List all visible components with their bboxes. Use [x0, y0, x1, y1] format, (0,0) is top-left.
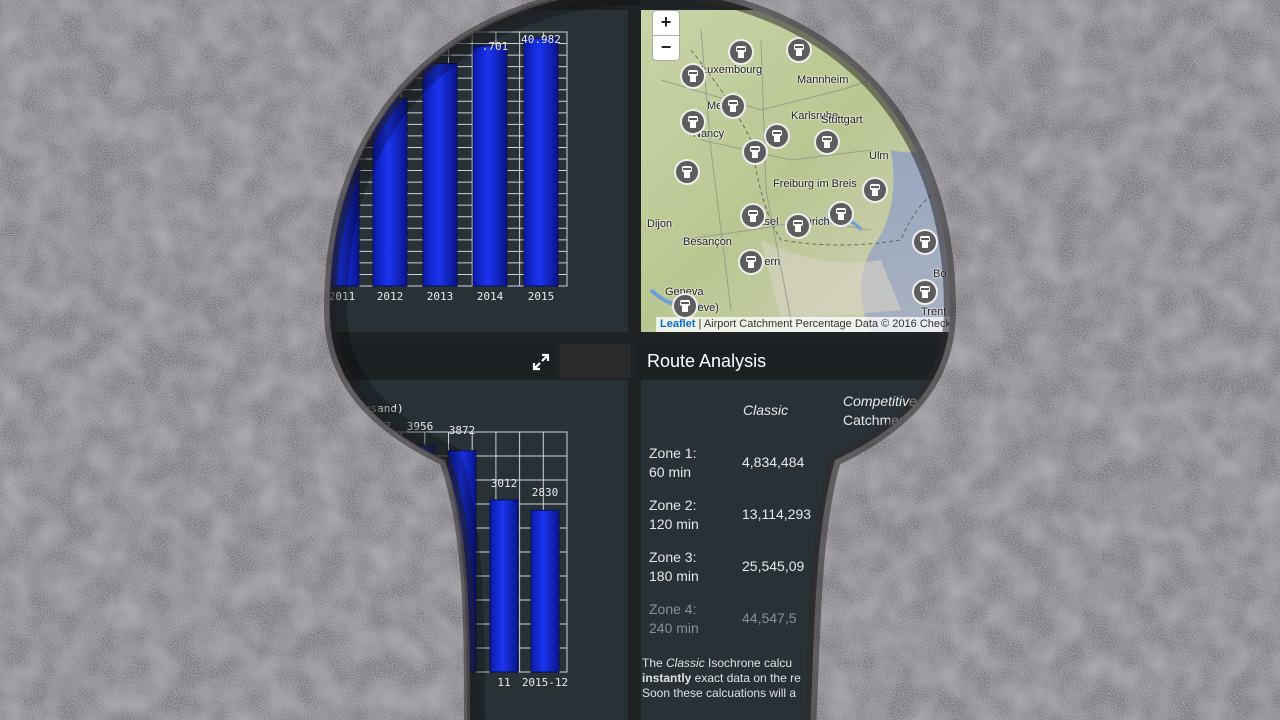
classic-value: 25,545,09 — [742, 558, 805, 574]
map-place-label: Mannheim — [797, 74, 849, 86]
airport-marker-icon[interactable] — [738, 249, 764, 275]
y-unit-label: thousand) — [344, 402, 404, 415]
note-text: Classic — [666, 656, 705, 670]
bottom-bar — [447, 450, 477, 673]
airport-marker-icon[interactable] — [912, 229, 938, 255]
bottom-bar — [405, 445, 435, 673]
airport-marker-icon[interactable] — [785, 213, 811, 239]
airport-marker-icon[interactable] — [674, 159, 700, 185]
zone-label: Zone 4: — [649, 601, 697, 617]
zone-time: 180 min — [649, 568, 699, 584]
note-text: The — [642, 656, 667, 670]
airport-marker-icon[interactable] — [672, 293, 698, 319]
note-text: Soon these calcuations will a — [642, 686, 797, 700]
competitive-value: 5.0 — [843, 506, 863, 522]
attribution-text: | Airport Catchment Percentage Data © 20… — [695, 318, 952, 330]
top-bar — [372, 98, 408, 287]
map-place-label: Stuttgart — [821, 114, 863, 126]
map-place-label: Freiburg im Breis — [773, 178, 857, 190]
catchment-map[interactable]: Luxembourg Mannheim Metz Karlsruhe Nancy Stut… — [641, 10, 961, 332]
bottom-bar — [489, 499, 519, 673]
airport-marker-icon[interactable] — [680, 63, 706, 89]
dashboard-screen: .701 40.982 2011 2012 2013 2014 2015 tho… — [0, 0, 1280, 720]
leaflet-link[interactable]: Leaflet — [660, 318, 695, 330]
bottom-bar-value-label: 3012 — [491, 477, 518, 490]
zone-time: 60 min — [649, 464, 692, 480]
route-analysis-note: The Classic Isochrone calcu instantly ex… — [642, 656, 942, 701]
x-tick-label: 2012 — [377, 290, 404, 303]
airport-marker-icon[interactable] — [912, 279, 938, 305]
top-bar-chart: .701 40.982 2011 2012 2013 2014 2015 — [330, 31, 568, 303]
x-tick-label: 2011 — [330, 290, 355, 303]
airport-marker-icon[interactable] — [828, 201, 854, 227]
map-place-label: Dijon — [647, 218, 673, 230]
zone-label: Zone 2: — [649, 497, 697, 513]
airport-marker-icon[interactable] — [740, 203, 766, 229]
top-bar — [422, 62, 458, 287]
x-tick-label: 10 — [455, 676, 468, 689]
zone-time: 120 min — [649, 516, 699, 532]
map-place-label: Ulm — [869, 150, 889, 162]
airport-marker-icon[interactable] — [680, 109, 706, 135]
bottom-bar-chart: thousand) 3957 3956 3872 3012 2830 10 11… — [330, 402, 568, 689]
x-tick-label: 2015-12 — [522, 676, 568, 689]
top-bar — [523, 37, 559, 287]
top-bar — [330, 152, 360, 287]
classic-value: 13,114,293 — [742, 506, 812, 522]
route-analysis-title: Route Analysis — [647, 351, 767, 371]
x-tick-label: 2014 — [477, 290, 504, 303]
chart-panel-header — [330, 344, 558, 378]
bottom-bar-value-label: 2830 — [532, 486, 559, 499]
airport-marker-icon[interactable] — [814, 129, 840, 155]
airport-marker-icon[interactable] — [764, 123, 790, 149]
header-gap — [560, 344, 630, 378]
classic-value: 4,834,484 — [742, 454, 805, 470]
map-attribution: Leaflet | Airport Catchment Percentage D… — [656, 317, 960, 332]
classic-value: 44,547,5 — [742, 610, 797, 626]
top-bar-value-label: .701 — [482, 40, 509, 53]
competitive-value: 2,659,5 — [843, 454, 890, 470]
bottom-bar-value-label: 3956 — [407, 420, 434, 433]
top-bar — [472, 45, 508, 287]
bottom-bar-value-label: 3872 — [449, 424, 476, 437]
airport-marker-icon[interactable] — [742, 139, 768, 165]
expand-button[interactable] — [528, 350, 554, 374]
map-place-label: Luxembourg — [701, 64, 763, 76]
zone-time: 240 min — [649, 620, 699, 636]
bottom-bar-value-label: 3957 — [365, 420, 392, 433]
airport-marker-icon[interactable] — [862, 177, 888, 203]
zoom-out-button[interactable]: − — [652, 35, 680, 61]
x-tick-label: 11 — [497, 676, 510, 689]
top-bar-value-label: 40.982 — [521, 33, 561, 46]
airport-marker-icon[interactable] — [786, 37, 812, 63]
expand-icon — [532, 353, 550, 371]
map-place-label: Besançon — [683, 236, 732, 248]
x-tick-label: 2013 — [427, 290, 454, 303]
airport-marker-icon[interactable] — [728, 39, 754, 65]
note-text: instantly — [642, 671, 692, 685]
map-place-label: Bo — [933, 268, 947, 280]
bottom-bar — [530, 509, 560, 673]
column-header-competitive: Competitive — [843, 393, 917, 409]
column-header-classic: Classic — [743, 402, 789, 418]
zone-label: Zone 3: — [649, 549, 697, 565]
note-text: exact data on the re — [691, 671, 801, 685]
note-text: Isochrone calcu — [704, 656, 793, 670]
airport-marker-icon[interactable] — [720, 93, 746, 119]
zoom-in-button[interactable]: + — [652, 10, 680, 36]
bottom-bar — [363, 445, 393, 673]
column-header-catchment: Catchment — [843, 412, 911, 428]
zone-label: Zone 1: — [649, 445, 697, 461]
x-tick-label: 2015 — [528, 290, 555, 303]
